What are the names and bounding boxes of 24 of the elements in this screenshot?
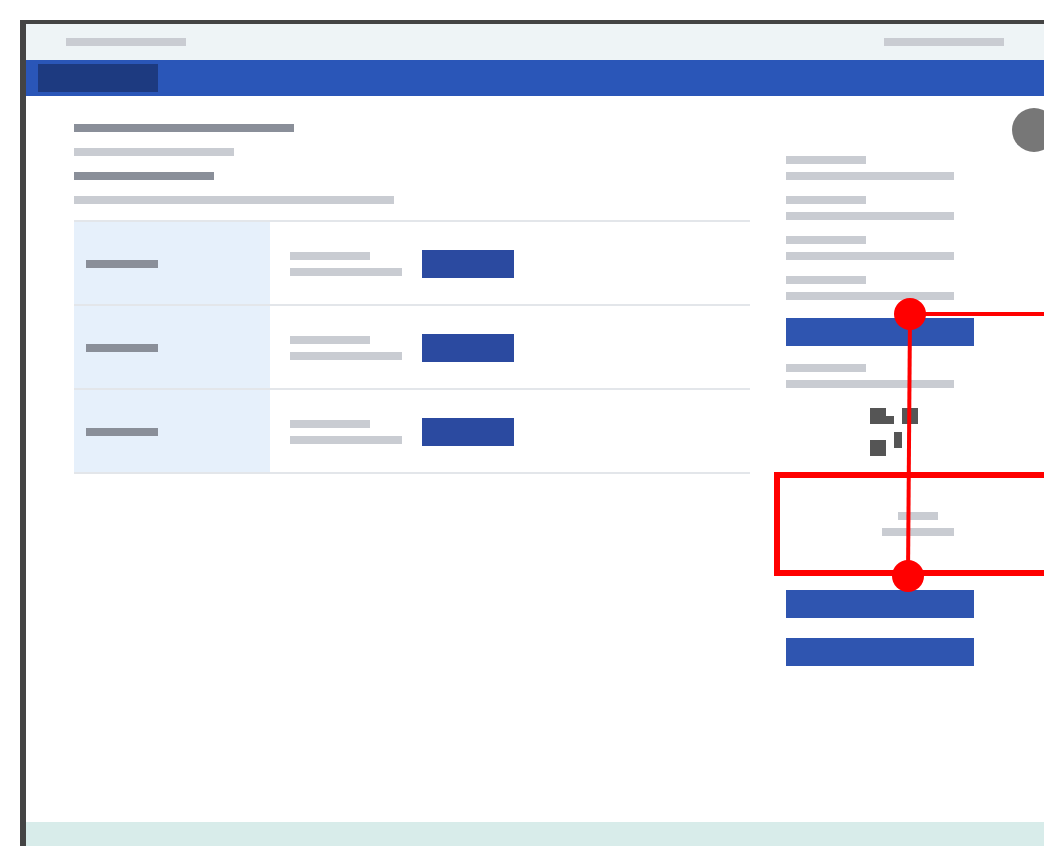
blurred-text xyxy=(86,343,158,351)
blurred-text xyxy=(290,251,370,259)
blurred-text xyxy=(786,364,866,372)
blurred-button[interactable] xyxy=(422,417,514,445)
blurred-text xyxy=(74,172,214,180)
blurred-text xyxy=(290,335,370,343)
blurred-text xyxy=(786,276,866,284)
avatar-icon xyxy=(1012,108,1044,152)
blurred-text xyxy=(290,351,402,359)
blurred-text xyxy=(290,435,402,443)
blurred-button[interactable] xyxy=(422,333,514,361)
blurred-text xyxy=(898,512,938,520)
blurred-text xyxy=(786,156,866,164)
blurred-text xyxy=(290,267,402,275)
blurred-button[interactable] xyxy=(422,249,514,277)
qr-code-icon xyxy=(870,408,918,456)
blurred-text xyxy=(290,419,370,427)
blurred-text xyxy=(884,38,1004,46)
blurred-text xyxy=(786,236,866,244)
blurred-text xyxy=(86,259,158,267)
blurred-text xyxy=(786,196,866,204)
blurred-text xyxy=(86,427,158,435)
blurred-text xyxy=(66,38,186,46)
blurred-text xyxy=(882,528,954,536)
